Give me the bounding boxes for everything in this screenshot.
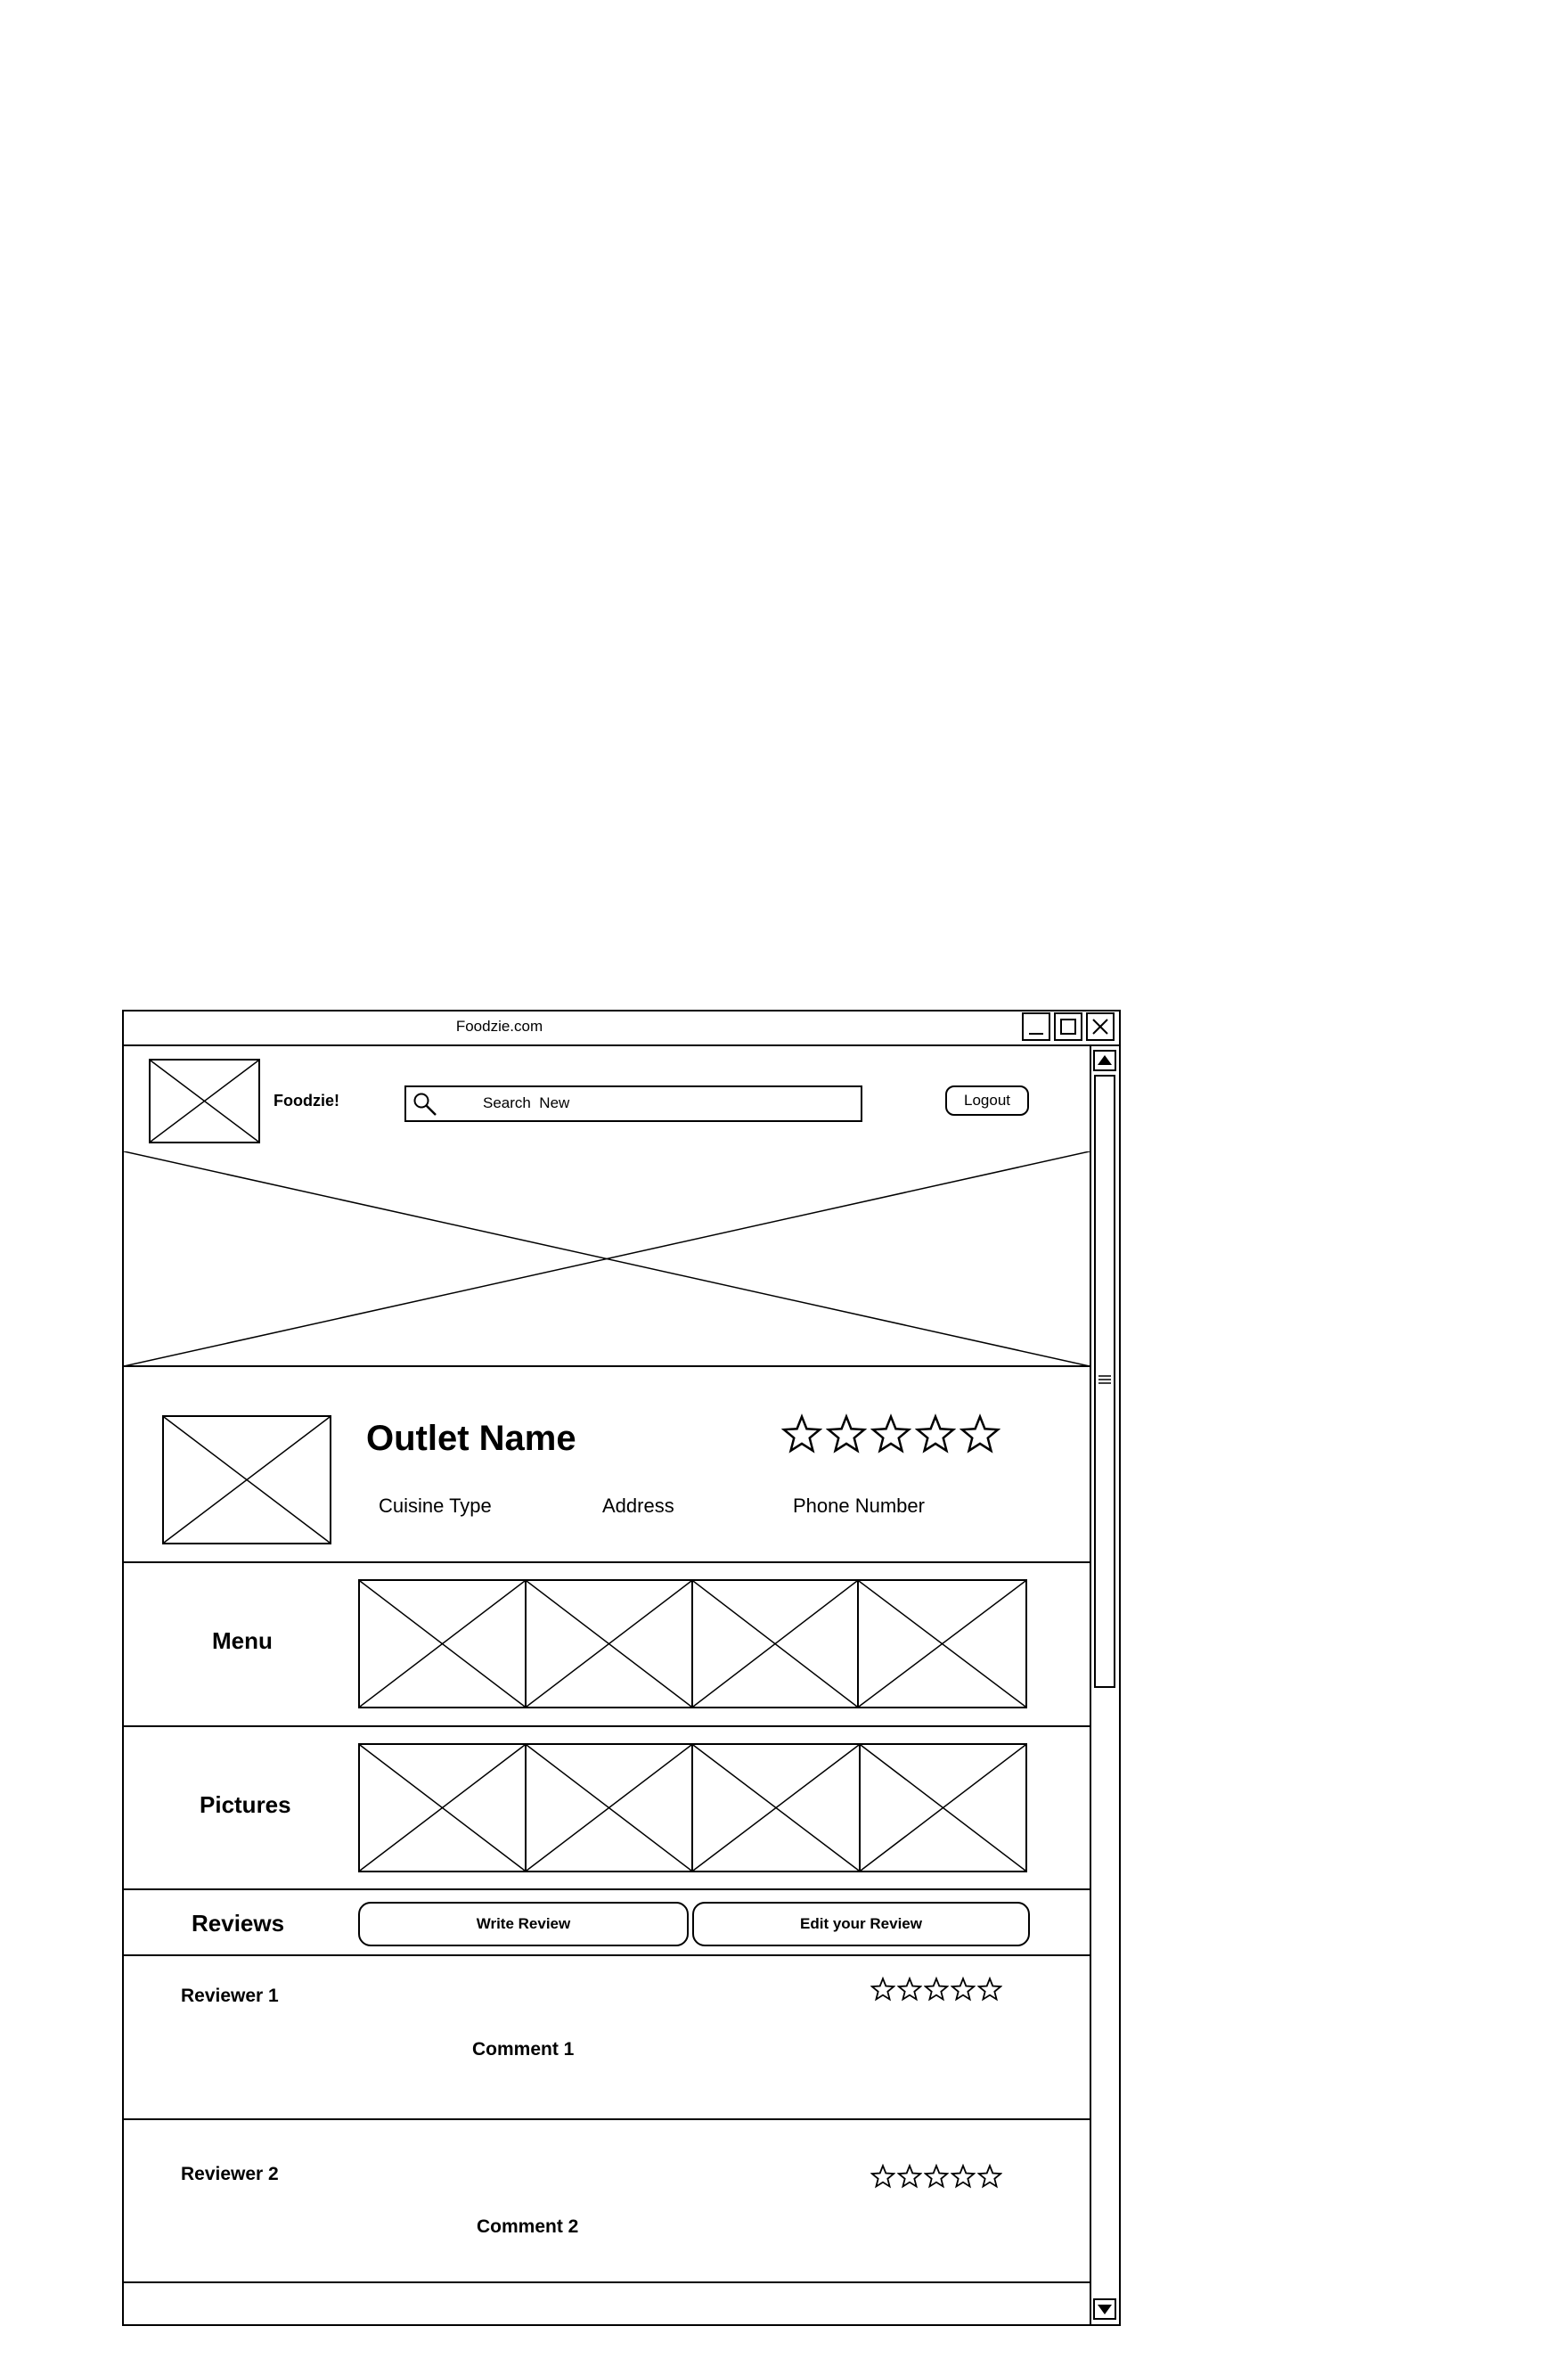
- review-rating: [870, 1977, 1004, 2002]
- star-icon: [924, 2164, 949, 2189]
- maximize-button[interactable]: [1054, 1012, 1082, 1041]
- scroll-up-button[interactable]: [1093, 1050, 1116, 1071]
- close-icon: [1092, 1019, 1108, 1035]
- image-placeholder-icon: [124, 1151, 1090, 1366]
- arrow-up-icon: [1098, 1055, 1112, 1065]
- reviews-label: Reviews: [192, 1910, 285, 1937]
- minimize-icon: [1029, 1033, 1043, 1035]
- star-icon[interactable]: [781, 1413, 822, 1454]
- outlet-address: Address: [602, 1495, 674, 1517]
- image-placeholder-icon: [360, 1745, 525, 1871]
- brand-name: Foodzie!: [274, 1092, 339, 1110]
- search-icon: [413, 1093, 437, 1116]
- star-icon: [977, 1977, 1002, 2002]
- pictures-label: Pictures: [200, 1791, 291, 1818]
- review-comment: Comment 2: [477, 2216, 579, 2237]
- star-icon: [897, 1977, 922, 2002]
- image-placeholder-icon: [527, 1581, 691, 1707]
- logout-button[interactable]: Logout: [945, 1085, 1029, 1116]
- star-icon[interactable]: [826, 1413, 867, 1454]
- image-placeholder-icon: [164, 1417, 330, 1543]
- image-placeholder-icon: [360, 1581, 525, 1707]
- outlet-photo-placeholder: [162, 1415, 331, 1544]
- image-placeholder-icon: [151, 1061, 258, 1142]
- menu-divider: [122, 1725, 1090, 1727]
- star-icon: [870, 2164, 895, 2189]
- review-rating: [870, 2164, 1004, 2189]
- close-button[interactable]: [1086, 1012, 1115, 1041]
- picture-image-1[interactable]: [358, 1743, 527, 1872]
- reviews-header-divider: [122, 1954, 1090, 1956]
- logo-placeholder: [149, 1059, 260, 1143]
- edit-review-button[interactable]: Edit your Review: [692, 1902, 1030, 1946]
- star-icon: [977, 2164, 1002, 2189]
- outlet-divider: [122, 1561, 1090, 1563]
- banner-divider: [122, 1365, 1090, 1367]
- picture-image-2[interactable]: [525, 1743, 693, 1872]
- image-placeholder-icon: [527, 1745, 691, 1871]
- star-icon: [924, 1977, 949, 2002]
- picture-image-3[interactable]: [691, 1743, 861, 1872]
- window-title: Foodzie.com: [455, 1018, 543, 1035]
- review-divider: [122, 2118, 1090, 2120]
- reviewer-name: Reviewer 2: [181, 2164, 279, 2184]
- image-placeholder-icon: [861, 1745, 1025, 1871]
- star-icon: [951, 2164, 976, 2189]
- picture-image-4[interactable]: [859, 1743, 1027, 1872]
- write-review-button[interactable]: Write Review: [358, 1902, 689, 1946]
- menu-label: Menu: [212, 1627, 273, 1654]
- image-placeholder-icon: [693, 1581, 857, 1707]
- reviewer-name: Reviewer 1: [181, 1986, 279, 2006]
- outlet-rating[interactable]: [781, 1413, 1004, 1454]
- star-icon: [951, 1977, 976, 2002]
- menu-image-4[interactable]: [857, 1579, 1027, 1708]
- star-icon[interactable]: [870, 1413, 911, 1454]
- arrow-down-icon: [1098, 2305, 1112, 2314]
- phone-number: Phone Number: [793, 1495, 925, 1517]
- title-bar-divider: [122, 1044, 1121, 1046]
- outlet-name: Outlet Name: [366, 1419, 576, 1458]
- image-placeholder-icon: [693, 1745, 859, 1871]
- minimize-button[interactable]: [1022, 1012, 1050, 1041]
- review-divider: [122, 2281, 1090, 2283]
- star-icon: [870, 1977, 895, 2002]
- star-icon[interactable]: [915, 1413, 956, 1454]
- scroll-thumb[interactable]: [1094, 1075, 1115, 1688]
- maximize-icon: [1060, 1019, 1076, 1035]
- cuisine-type: Cuisine Type: [379, 1495, 492, 1517]
- scroll-down-button[interactable]: [1093, 2298, 1116, 2320]
- banner-image-placeholder: [124, 1151, 1090, 1366]
- menu-image-3[interactable]: [691, 1579, 859, 1708]
- menu-image-1[interactable]: [358, 1579, 527, 1708]
- search-text: Search New: [483, 1094, 570, 1111]
- star-icon[interactable]: [960, 1413, 1000, 1454]
- image-placeholder-icon: [859, 1581, 1025, 1707]
- star-icon: [897, 2164, 922, 2189]
- review-comment: Comment 1: [472, 2039, 575, 2060]
- grip-icon: [1098, 1375, 1111, 1384]
- pictures-divider: [122, 1888, 1090, 1890]
- menu-image-2[interactable]: [525, 1579, 693, 1708]
- search-input[interactable]: Search New: [404, 1085, 862, 1122]
